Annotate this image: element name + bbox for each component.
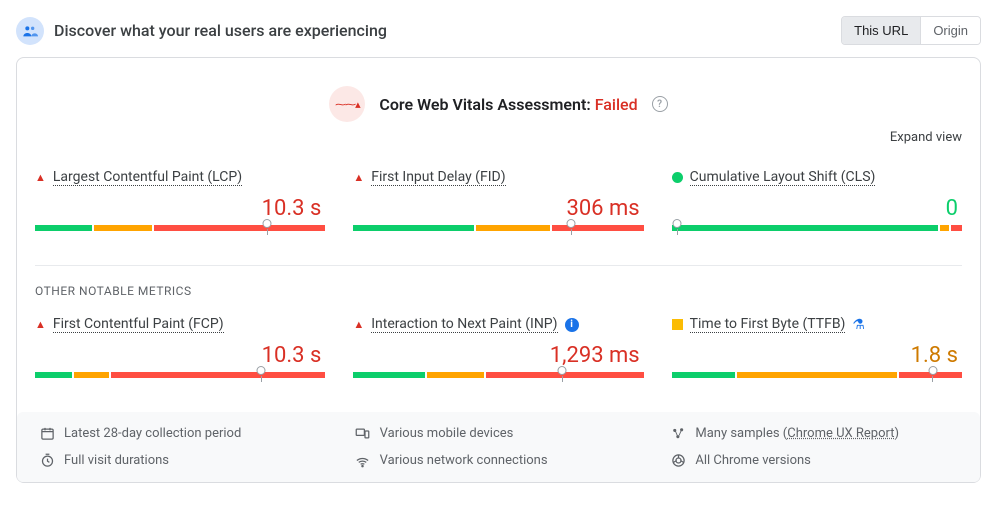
- footer-item: Latest 28-day collection period: [39, 426, 327, 441]
- distribution-bar: [672, 372, 962, 388]
- metric-card: ▲ First Contentful Paint (FCP) 10.3 s: [35, 316, 325, 388]
- metric-card: ▲ Largest Contentful Paint (LCP) 10.3 s: [35, 169, 325, 241]
- distribution-bar: [353, 225, 643, 241]
- footer-text: All Chrome versions: [695, 453, 811, 468]
- metric-value: 10.3 s: [35, 343, 321, 368]
- bar-segment-red: [951, 225, 962, 231]
- bar-segment-orange: [427, 372, 484, 378]
- metric-name[interactable]: Cumulative Layout Shift (CLS): [690, 169, 876, 186]
- bar-segment-orange: [940, 225, 949, 231]
- status-triangle-icon: ▲: [35, 172, 46, 183]
- bar-segment-green: [353, 372, 425, 378]
- pulse-icon: ⁓⁓▴: [329, 86, 365, 122]
- bar-marker: [567, 219, 576, 228]
- metric-value: 0: [672, 196, 958, 221]
- bar-segment-red: [154, 225, 326, 231]
- bar-segment-green: [35, 225, 92, 231]
- bar-marker: [263, 219, 272, 228]
- calendar-icon: [39, 426, 55, 441]
- metric-name[interactable]: Largest Contentful Paint (LCP): [53, 169, 242, 186]
- divider: [35, 265, 962, 266]
- footer-item: Many samples (Chrome UX Report): [670, 426, 958, 441]
- page-title: Discover what your real users are experi…: [54, 21, 387, 40]
- chrome-ux-report-link[interactable]: Chrome UX Report: [787, 426, 894, 441]
- status-triangle-icon: ▲: [353, 319, 364, 330]
- distribution-bar: [672, 225, 962, 241]
- metric-name[interactable]: First Input Delay (FID): [371, 169, 505, 186]
- footer-text: Many samples (Chrome UX Report): [695, 426, 899, 441]
- metric-name[interactable]: Interaction to Next Paint (INP): [371, 316, 557, 333]
- help-icon[interactable]: ?: [652, 96, 668, 112]
- chrome-icon: [670, 453, 686, 468]
- bar-segment-red: [111, 372, 326, 378]
- info-icon[interactable]: i: [565, 318, 579, 332]
- bar-segment-orange: [476, 225, 550, 231]
- distribution-bar: [35, 225, 325, 241]
- bar-segment-orange: [74, 372, 108, 378]
- metric-card: ▲ First Input Delay (FID) 306 ms: [353, 169, 643, 241]
- status-triangle-icon: ▲: [35, 319, 46, 330]
- bar-segment-green: [672, 372, 735, 378]
- footer-text: Various mobile devices: [380, 426, 514, 441]
- status-dot-icon: [672, 172, 683, 183]
- bar-segment-green: [672, 225, 938, 231]
- users-icon: [16, 17, 44, 45]
- metric-value: 1.8 s: [672, 343, 958, 368]
- toggle-this-url[interactable]: This URL: [842, 17, 920, 44]
- bar-marker: [558, 366, 567, 375]
- samples-icon: [670, 426, 686, 441]
- metric-value: 1,293 ms: [353, 343, 639, 368]
- metric-value: 10.3 s: [35, 196, 321, 221]
- metric-card: Cumulative Layout Shift (CLS) 0: [672, 169, 962, 241]
- bar-segment-green: [353, 225, 473, 231]
- devices-icon: [355, 426, 371, 441]
- metric-card: Time to First Byte (TTFB) ⚗ 1.8 s: [672, 316, 962, 388]
- footer-item: Full visit durations: [39, 453, 327, 468]
- distribution-bar: [35, 372, 325, 388]
- footer-text: Latest 28-day collection period: [64, 426, 241, 441]
- distribution-bar: [353, 372, 643, 388]
- section-label: OTHER NOTABLE METRICS: [35, 284, 962, 298]
- metric-name[interactable]: First Contentful Paint (FCP): [53, 316, 224, 333]
- network-icon: [355, 453, 371, 468]
- assessment-text: Core Web Vitals Assessment: Failed: [379, 95, 637, 114]
- status-triangle-icon: ▲: [353, 172, 364, 183]
- metric-name[interactable]: Time to First Byte (TTFB): [690, 316, 846, 333]
- footer-item: All Chrome versions: [670, 453, 958, 468]
- footer-box: Latest 28-day collection period Full visi…: [17, 412, 980, 482]
- status-square-icon: [672, 319, 683, 330]
- bar-marker: [928, 366, 937, 375]
- bar-segment-red: [552, 225, 644, 231]
- scope-toggle: This URL Origin: [841, 16, 981, 45]
- footer-item: Various mobile devices: [355, 426, 643, 441]
- footer-text: Various network connections: [380, 453, 548, 468]
- footer-item: Various network connections: [355, 453, 643, 468]
- metric-card: ▲ Interaction to Next Paint (INP) i 1,29…: [353, 316, 643, 388]
- bar-segment-green: [35, 372, 72, 378]
- flask-icon: ⚗: [852, 317, 865, 333]
- metric-value: 306 ms: [353, 196, 639, 221]
- timer-icon: [39, 453, 55, 468]
- bar-marker: [673, 219, 682, 228]
- expand-view-link[interactable]: Expand view: [890, 130, 962, 145]
- toggle-origin[interactable]: Origin: [920, 17, 980, 44]
- bar-segment-orange: [737, 372, 897, 378]
- bar-segment-orange: [94, 225, 151, 231]
- bar-marker: [257, 366, 266, 375]
- footer-text: Full visit durations: [64, 453, 169, 468]
